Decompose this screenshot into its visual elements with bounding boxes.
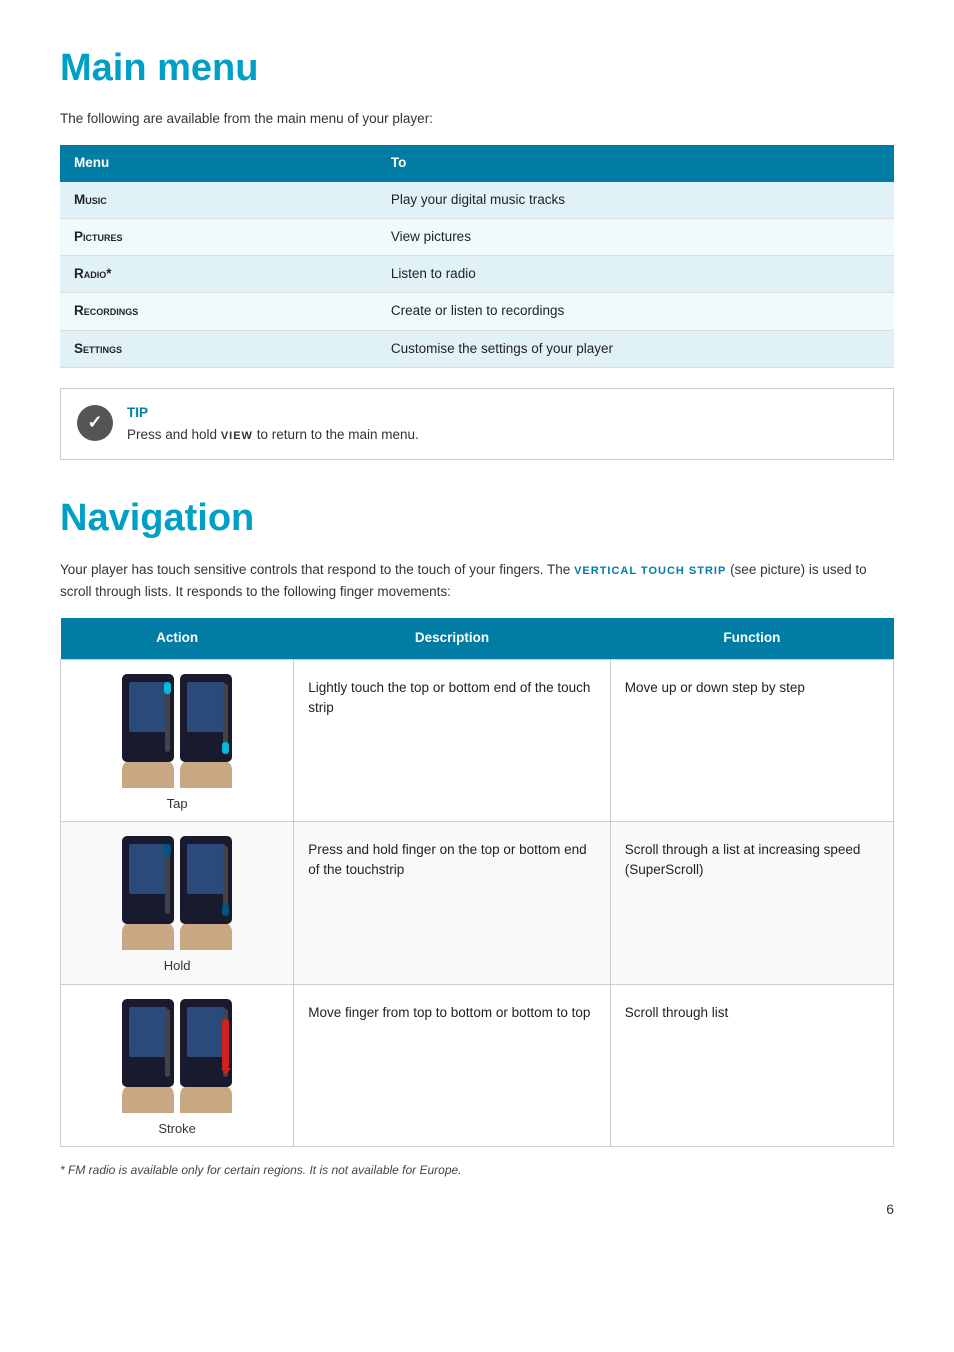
menu-col-header: Menu: [60, 145, 377, 181]
action-label: Hold: [75, 956, 279, 976]
main-menu-subtitle: The following are available from the mai…: [60, 109, 894, 129]
action-label: Tap: [75, 794, 279, 814]
hand-shape: [180, 760, 232, 788]
action-label: Stroke: [75, 1119, 279, 1139]
tip-checkmark-icon: ✓: [77, 405, 113, 441]
menu-item-cell: Settings: [60, 330, 377, 367]
menu-table-row: Music Play your digital music tracks: [60, 182, 894, 219]
menu-table-row: Radio* Listen to radio: [60, 256, 894, 293]
tip-label: TIP: [127, 403, 419, 423]
footnote: * FM radio is available only for certain…: [60, 1161, 894, 1179]
menu-item-cell: Recordings: [60, 293, 377, 330]
description-cell: Move finger from top to bottom or bottom…: [294, 984, 611, 1147]
device-illustration-stroke: [75, 999, 279, 1113]
description-col-header: Description: [294, 618, 611, 659]
nav-table-row: Hold Press and hold finger on the top or …: [61, 822, 894, 985]
view-keyword: VIEW: [221, 430, 253, 442]
vts-label: VERTICAL TOUCH STRIP: [574, 565, 726, 577]
menu-to-cell: View pictures: [377, 218, 894, 255]
function-col-header: Function: [610, 618, 893, 659]
nav-table-row: Stroke Move finger from top to bottom or …: [61, 984, 894, 1147]
device-illustration-tap: [75, 674, 279, 788]
action-cell: Tap: [61, 659, 294, 822]
page-number: 6: [60, 1199, 894, 1220]
main-menu-title: Main menu: [60, 40, 894, 97]
nav-description: Your player has touch sensitive controls…: [60, 559, 894, 602]
menu-table-row: Recordings Create or listen to recording…: [60, 293, 894, 330]
nav-desc-start: Your player has touch sensitive controls…: [60, 562, 570, 577]
hand-shape: [122, 760, 174, 788]
action-cell: Hold: [61, 822, 294, 985]
function-cell: Scroll through a list at increasing spee…: [610, 822, 893, 985]
tip-text: Press and hold VIEW to return to the mai…: [127, 425, 419, 445]
nav-table-row: Tap Lightly touch the top or bottom end o…: [61, 659, 894, 822]
menu-to-cell: Play your digital music tracks: [377, 182, 894, 219]
function-cell: Move up or down step by step: [610, 659, 893, 822]
action-cell: Stroke: [61, 984, 294, 1147]
to-col-header: To: [377, 145, 894, 181]
menu-table-row: Settings Customise the settings of your …: [60, 330, 894, 367]
tip-box: ✓ TIP Press and hold VIEW to return to t…: [60, 388, 894, 461]
hand-shape: [122, 1085, 174, 1113]
menu-item-cell: Radio*: [60, 256, 377, 293]
navigation-table: Action Description Function Tap Lightly t…: [60, 618, 894, 1147]
menu-to-cell: Customise the settings of your player: [377, 330, 894, 367]
tip-content: TIP Press and hold VIEW to return to the…: [127, 403, 419, 446]
description-cell: Press and hold finger on the top or bott…: [294, 822, 611, 985]
hand-shape: [180, 922, 232, 950]
device-illustration-hold: [75, 836, 279, 950]
navigation-title: Navigation: [60, 490, 894, 547]
menu-table-row: Pictures View pictures: [60, 218, 894, 255]
description-cell: Lightly touch the top or bottom end of t…: [294, 659, 611, 822]
action-col-header: Action: [61, 618, 294, 659]
hand-shape: [180, 1085, 232, 1113]
menu-item-cell: Music: [60, 182, 377, 219]
hand-shape: [122, 922, 174, 950]
menu-to-cell: Create or listen to recordings: [377, 293, 894, 330]
main-menu-table: Menu To Music Play your digital music tr…: [60, 145, 894, 368]
menu-item-cell: Pictures: [60, 218, 377, 255]
menu-to-cell: Listen to radio: [377, 256, 894, 293]
function-cell: Scroll through list: [610, 984, 893, 1147]
